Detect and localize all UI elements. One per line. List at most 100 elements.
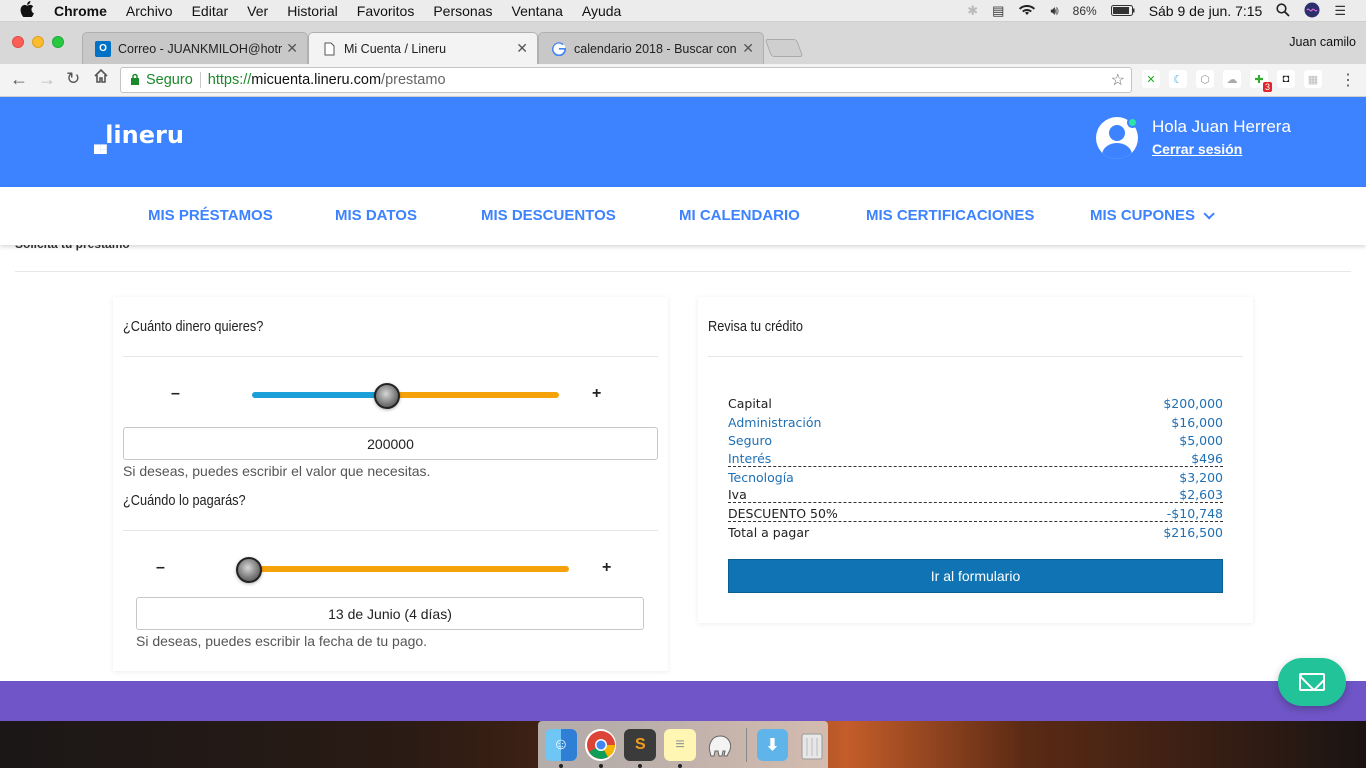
notes-icon[interactable]: ≡ (664, 728, 696, 768)
contact-mail-button[interactable] (1278, 658, 1346, 706)
date-input[interactable]: 13 de Junio (4 días) (136, 597, 644, 630)
extensions-area: ✕ ☾ ⬡ ☁ ✚ 3 ◘ ▦ (1142, 70, 1322, 92)
credit-summary-table: Capital $200,000 Administración $16,000 … (728, 393, 1223, 540)
date-slider-thumb[interactable] (236, 557, 262, 583)
battery-icon[interactable] (1110, 4, 1135, 19)
forward-icon[interactable]: → (38, 69, 56, 90)
cube-extension-icon[interactable]: ⬡ (1196, 70, 1214, 88)
amount-increase-button[interactable]: + (592, 385, 601, 403)
summary-value: $216,500 (1163, 525, 1223, 541)
nav-mis-certificaciones[interactable]: MIS CERTIFICACIONES (866, 207, 1034, 224)
user-greeting: Hola Juan Herrera (1152, 117, 1291, 136)
maximize-window-button[interactable] (52, 36, 64, 48)
badge-extension-icon[interactable]: ✚ 3 (1250, 70, 1272, 92)
amount-divider (123, 356, 658, 357)
screen-extension-icon[interactable]: ◘ (1277, 70, 1295, 88)
url-path: /prestamo (381, 72, 446, 88)
summary-row-total: Total a pagar $216,500 (728, 522, 1223, 540)
menu-app-chrome[interactable]: Chrome (54, 3, 107, 19)
minimize-window-button[interactable] (32, 36, 44, 48)
page-icon (321, 41, 337, 57)
new-tab-button[interactable] (764, 39, 804, 57)
close-window-button[interactable] (12, 36, 24, 48)
nav-mis-cupones[interactable]: MIS CUPONES (1090, 207, 1215, 224)
close-tab-icon[interactable]: ✕ (738, 40, 754, 57)
chrome-profile-name[interactable]: Juan camilo (1289, 35, 1356, 49)
apple-menu-icon[interactable] (20, 1, 36, 20)
logout-link[interactable]: Cerrar sesión (1152, 141, 1242, 157)
tab-outlook[interactable]: O Correo - JUANKMILOH@hotma ✕ (82, 32, 308, 64)
summary-label: Seguro (728, 433, 772, 449)
cloud-extension-icon[interactable]: ☁ (1223, 70, 1241, 88)
summary-label: Interés (728, 450, 772, 466)
date-decrease-button[interactable]: – (156, 559, 165, 577)
nav-mis-prestamos[interactable]: MIS PRÉSTAMOS (148, 207, 273, 224)
nav-mis-datos[interactable]: MIS DATOS (335, 207, 417, 224)
login-extension-icon[interactable]: ✕ (1142, 70, 1160, 88)
date-title: ¿Cuándo lo pagarás? (123, 492, 246, 509)
date-slider-track-rest (249, 566, 569, 572)
nav-mi-calendario[interactable]: MI CALENDARIO (679, 207, 800, 224)
outlook-icon: O (95, 40, 111, 57)
sublime-text-icon[interactable]: S (624, 728, 657, 768)
url-scheme: https:// (207, 72, 252, 88)
lock-icon[interactable] (130, 73, 140, 88)
menu-ayuda[interactable]: Ayuda (582, 3, 621, 19)
reload-icon[interactable]: ↻ (66, 69, 80, 89)
summary-value: $200,000 (1163, 396, 1223, 412)
summary-label: Capital (728, 396, 772, 412)
address-bar[interactable]: Seguro https:// micuenta.lineru.com /pre… (120, 67, 1132, 93)
summary-row-tecnologia: Tecnología $3,200 (728, 467, 1223, 485)
bookmark-star-icon[interactable]: ☆ (1111, 70, 1125, 90)
home-icon[interactable] (93, 68, 109, 89)
back-icon[interactable]: ← (10, 69, 28, 90)
secure-label[interactable]: Seguro (146, 72, 193, 88)
nav-mis-descuentos[interactable]: MIS DESCUENTOS (481, 207, 616, 224)
amount-decrease-button[interactable]: – (171, 385, 180, 403)
google-icon (551, 41, 567, 57)
date-increase-button[interactable]: + (602, 559, 611, 577)
amount-slider-thumb[interactable] (374, 383, 401, 409)
bluetooth-icon[interactable]: ✱ (967, 3, 978, 19)
clock-datetime[interactable]: Sáb 9 de jun. 7:15 (1149, 3, 1263, 19)
trash-icon[interactable] (796, 729, 828, 761)
keyboard-status-icon[interactable]: ▤ (992, 3, 1004, 19)
summary-label: Administración (728, 414, 822, 430)
nav-mis-cupones-label: MIS CUPONES (1090, 207, 1196, 224)
menu-ver[interactable]: Ver (247, 3, 268, 19)
chrome-icon[interactable] (584, 728, 617, 768)
summary-value: $16,000 (1171, 414, 1223, 430)
menu-personas[interactable]: Personas (433, 3, 492, 19)
tab-title: Correo - JUANKMILOH@hotma (118, 41, 296, 56)
siri-icon[interactable] (1304, 2, 1320, 21)
menu-ventana[interactable]: Ventana (512, 3, 563, 19)
menu-archivo[interactable]: Archivo (126, 3, 173, 19)
downloads-folder-icon[interactable]: ⬇ (756, 728, 789, 761)
go-to-form-button[interactable]: Ir al formulario (728, 559, 1223, 593)
close-tab-icon[interactable]: ✕ (516, 40, 528, 57)
volume-icon[interactable]: 🔊︎ (1050, 3, 1058, 19)
chevron-down-icon (1203, 208, 1215, 220)
tableplus-elephant-icon[interactable] (704, 729, 736, 761)
lineru-logo[interactable]: lineru (80, 122, 220, 162)
notification-center-icon[interactable]: ☰ (1334, 3, 1346, 19)
summary-label: Total a pagar (728, 525, 810, 541)
tab-google-search[interactable]: calendario 2018 - Buscar con G ✕ (538, 32, 764, 64)
close-tab-icon[interactable]: ✕ (282, 40, 298, 57)
menu-historial[interactable]: Historial (287, 3, 338, 19)
menu-favoritos[interactable]: Favoritos (357, 3, 415, 19)
summary-value: $496 (1191, 450, 1223, 466)
menu-editar[interactable]: Editar (192, 3, 229, 19)
spotlight-search-icon[interactable] (1276, 2, 1290, 20)
chrome-menu-icon[interactable]: ⋮ (1340, 70, 1356, 90)
wifi-icon[interactable] (1018, 3, 1036, 19)
browser-tab-strip: O Correo - JUANKMILOH@hotma ✕ Mi Cuenta … (0, 22, 1366, 64)
mail-icon (1299, 673, 1325, 691)
tab-lineru[interactable]: Mi Cuenta / Lineru ✕ (308, 32, 538, 64)
finder-icon[interactable]: ☺ (545, 728, 577, 768)
grid-extension-icon[interactable]: ▦ (1304, 70, 1322, 88)
logo-text: lineru (105, 122, 184, 149)
amount-input[interactable]: 200000 (123, 427, 658, 460)
online-status-indicator (1127, 117, 1138, 128)
moon-extension-icon[interactable]: ☾ (1169, 70, 1187, 88)
